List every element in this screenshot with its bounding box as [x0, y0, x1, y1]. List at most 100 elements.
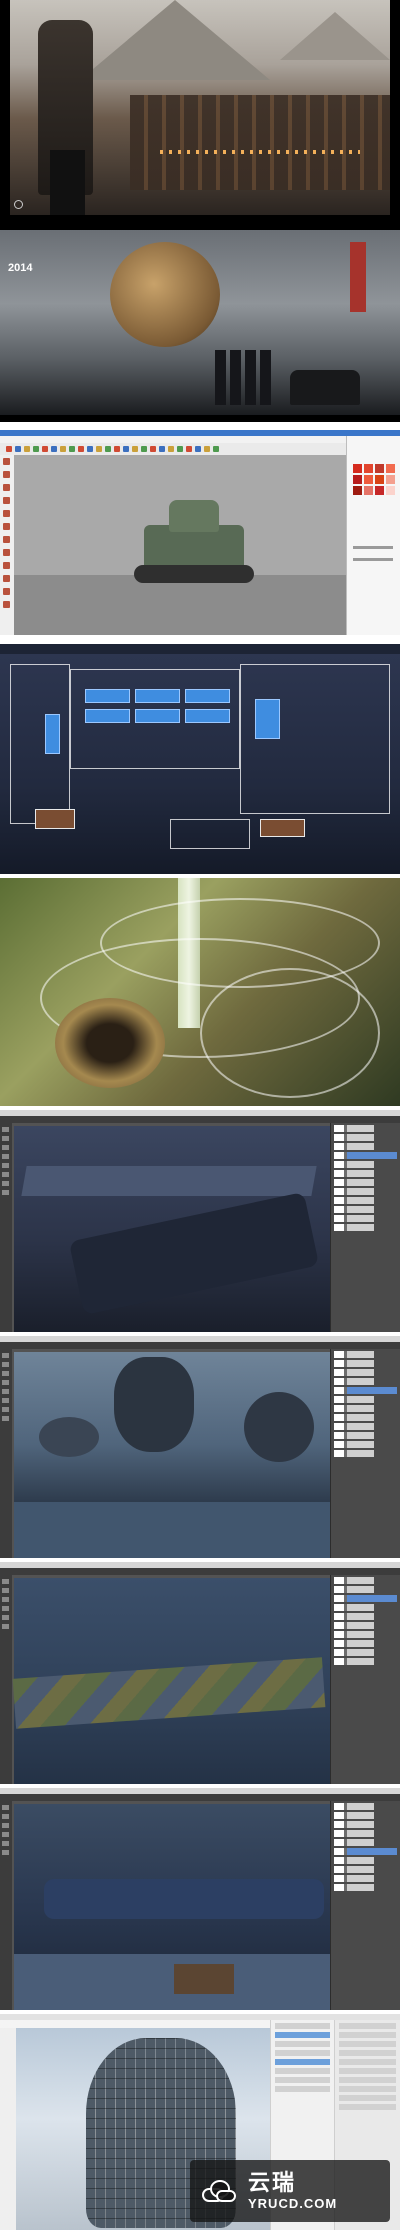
tool-icon[interactable]: [2, 1588, 9, 1593]
paint-tool-icon[interactable]: [168, 446, 174, 452]
circle-tool-icon[interactable]: [51, 446, 57, 452]
layer-row[interactable]: [339, 2104, 396, 2110]
layer-row[interactable]: [334, 1821, 397, 1828]
offset-tool-icon[interactable]: [96, 446, 102, 452]
tools-panel[interactable]: [0, 2028, 16, 2230]
layer-row[interactable]: [334, 1360, 397, 1367]
layer-row[interactable]: [334, 1197, 397, 1204]
layer-row[interactable]: [334, 1432, 397, 1439]
layer-row[interactable]: [334, 1396, 397, 1403]
color-swatch[interactable]: [364, 464, 373, 473]
layer-row[interactable]: [339, 2023, 396, 2029]
tool-icon[interactable]: [3, 484, 10, 491]
tool-icon[interactable]: [2, 1579, 9, 1584]
color-swatch[interactable]: [353, 464, 362, 473]
scale-tool-icon[interactable]: [87, 446, 93, 452]
layer-row[interactable]: [334, 1586, 397, 1593]
component-tool-icon[interactable]: [177, 446, 183, 452]
color-swatch[interactable]: [386, 464, 395, 473]
panel-row[interactable]: [275, 2068, 330, 2074]
layer-row[interactable]: [334, 1830, 397, 1837]
tool-icon[interactable]: [2, 1136, 9, 1141]
layer-row[interactable]: [334, 1812, 397, 1819]
layer-row[interactable]: [334, 1884, 397, 1891]
tools-panel[interactable]: [0, 1349, 12, 1558]
arc-tool-icon[interactable]: [33, 446, 39, 452]
tool-icon[interactable]: [3, 575, 10, 582]
eraser-tool-icon[interactable]: [15, 446, 21, 452]
layer-row[interactable]: [334, 1640, 397, 1647]
push-pull-tool-icon[interactable]: [60, 446, 66, 452]
rectangle-tool-icon[interactable]: [42, 446, 48, 452]
tool-icon[interactable]: [2, 1389, 9, 1394]
layer-row[interactable]: [334, 1658, 397, 1665]
layer-row-selected[interactable]: [334, 1387, 397, 1394]
layer-row-selected[interactable]: [334, 1595, 397, 1602]
materials-panel[interactable]: [346, 436, 400, 635]
tool-icon[interactable]: [2, 1832, 9, 1837]
tool-icon[interactable]: [3, 523, 10, 530]
layer-row[interactable]: [334, 1125, 397, 1132]
left-tool-palette[interactable]: [0, 455, 14, 635]
menu-bar[interactable]: [0, 436, 400, 443]
layer-row[interactable]: [334, 1179, 397, 1186]
panel-row-selected[interactable]: [275, 2059, 330, 2065]
tool-icon[interactable]: [3, 588, 10, 595]
tool-icon[interactable]: [3, 601, 10, 608]
panel-row[interactable]: [275, 2023, 330, 2029]
fog-tool-icon[interactable]: [213, 446, 219, 452]
tool-icon[interactable]: [2, 1190, 9, 1195]
layer-row[interactable]: [334, 1188, 397, 1195]
document-canvas[interactable]: [14, 1352, 330, 1558]
color-swatch[interactable]: [386, 475, 395, 484]
tool-icon[interactable]: [2, 1154, 9, 1159]
move-tool-icon[interactable]: [69, 446, 75, 452]
tape-tool-icon[interactable]: [105, 446, 111, 452]
color-swatch[interactable]: [375, 486, 384, 495]
tool-icon[interactable]: [2, 1615, 9, 1620]
tool-icon[interactable]: [2, 1850, 9, 1855]
tool-icon[interactable]: [3, 458, 10, 465]
shadow-tool-icon[interactable]: [204, 446, 210, 452]
pan-tool-icon[interactable]: [132, 446, 138, 452]
layer-row[interactable]: [334, 1224, 397, 1231]
layer-row[interactable]: [334, 1405, 397, 1412]
options-bar[interactable]: [0, 1116, 400, 1123]
layer-row[interactable]: [339, 2032, 396, 2038]
layer-row[interactable]: [334, 1143, 397, 1150]
document-canvas[interactable]: [14, 1804, 330, 2010]
layer-row[interactable]: [334, 1450, 397, 1457]
panel-row[interactable]: [275, 2077, 330, 2083]
layer-row[interactable]: [334, 1622, 397, 1629]
color-slider[interactable]: [353, 558, 393, 561]
panel-row[interactable]: [275, 2050, 330, 2056]
color-swatch[interactable]: [353, 486, 362, 495]
tool-icon[interactable]: [2, 1597, 9, 1602]
layer-row[interactable]: [334, 1649, 397, 1656]
tool-icon[interactable]: [2, 1353, 9, 1358]
tool-icon[interactable]: [3, 562, 10, 569]
tool-icon[interactable]: [2, 1181, 9, 1186]
group-tool-icon[interactable]: [186, 446, 192, 452]
tool-icon[interactable]: [3, 497, 10, 504]
layer-row[interactable]: [334, 1134, 397, 1141]
layer-row-selected[interactable]: [334, 1848, 397, 1855]
layers-panel[interactable]: [330, 1349, 400, 1558]
tool-icon[interactable]: [2, 1145, 9, 1150]
zoom-tool-icon[interactable]: [141, 446, 147, 452]
tool-icon[interactable]: [3, 510, 10, 517]
tool-icon[interactable]: [2, 1380, 9, 1385]
options-bar[interactable]: [0, 1342, 400, 1349]
layer-row[interactable]: [334, 1351, 397, 1358]
color-swatch-grid[interactable]: [353, 464, 395, 495]
layer-row[interactable]: [334, 1215, 397, 1222]
tool-icon[interactable]: [2, 1823, 9, 1828]
layer-row[interactable]: [334, 1170, 397, 1177]
layer-row[interactable]: [334, 1423, 397, 1430]
layer-row[interactable]: [334, 1161, 397, 1168]
options-bar[interactable]: [0, 1794, 400, 1801]
panel-row-selected[interactable]: [275, 2032, 330, 2038]
layer-row[interactable]: [334, 1631, 397, 1638]
tool-icon[interactable]: [2, 1127, 9, 1132]
3d-viewport[interactable]: [14, 455, 346, 635]
